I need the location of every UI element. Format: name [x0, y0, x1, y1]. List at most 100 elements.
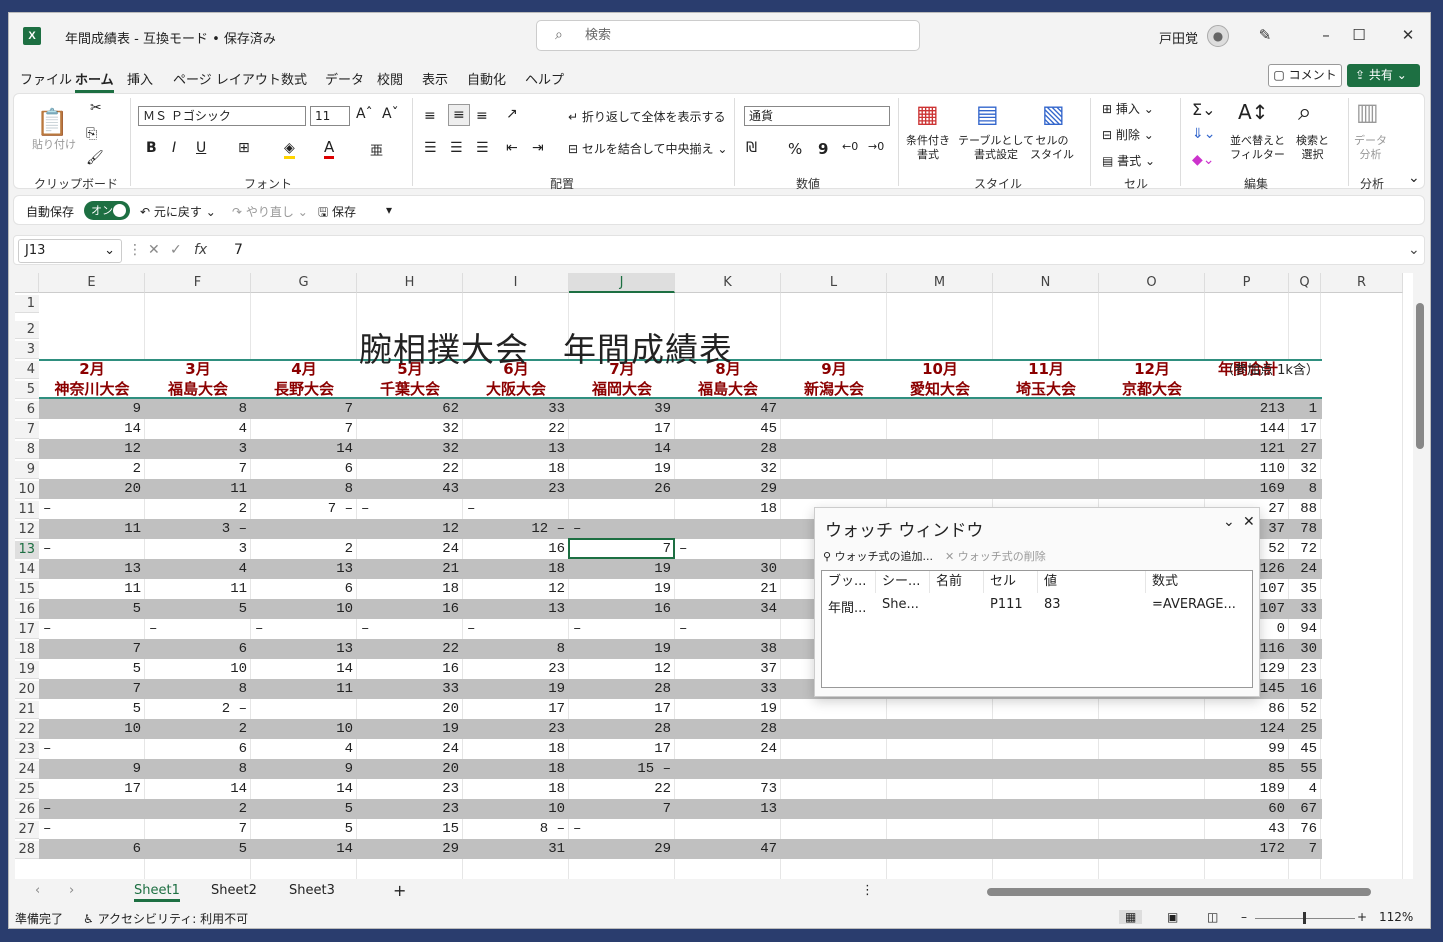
align-middle-icon[interactable]: ≡ — [448, 104, 470, 126]
watch-col-value[interactable]: 値 — [1038, 571, 1146, 593]
table-cell[interactable]: 26 — [569, 479, 675, 499]
table-cell[interactable]: 24 — [357, 739, 463, 759]
event-header[interactable]: 千葉大会 — [357, 380, 463, 398]
tab-sheet3[interactable]: Sheet3 — [289, 883, 335, 898]
table-cell[interactable]: 5 — [39, 659, 145, 679]
event-header[interactable]: 福岡大会 — [569, 380, 675, 398]
table-cell[interactable]: 86 — [1205, 699, 1289, 719]
table-cell[interactable]: – — [39, 619, 145, 639]
table-cell[interactable]: 7 – — [251, 499, 357, 519]
table-cell[interactable]: 28 — [569, 679, 675, 699]
column-header-R[interactable]: R — [1321, 273, 1403, 293]
table-cell[interactable]: 9 — [251, 759, 357, 779]
row-header-27[interactable]: 27 — [15, 821, 39, 839]
align-center-icon[interactable]: ☰ — [450, 140, 463, 156]
table-cell[interactable]: 78 — [1289, 519, 1321, 539]
column-header-I[interactable]: I — [463, 273, 569, 293]
table-cell[interactable]: 7 — [251, 399, 357, 419]
format-painter-icon[interactable]: 🖌 — [86, 150, 104, 166]
watch-cell-sheet[interactable]: She... — [876, 597, 919, 612]
table-cell[interactable]: 2 — [39, 459, 145, 479]
font-name-select[interactable]: ＭＳ Ｐゴシック — [138, 106, 306, 126]
table-cell[interactable]: 10 — [39, 719, 145, 739]
menu-formulas[interactable]: 数式 — [281, 69, 307, 88]
table-cell[interactable]: 17 — [1289, 419, 1321, 439]
month-header[interactable]: 9月 — [781, 360, 887, 378]
zoom-level[interactable]: 112% — [1379, 910, 1413, 924]
paste-icon[interactable]: 📋 — [36, 108, 68, 138]
table-cell[interactable]: – — [675, 619, 781, 639]
column-header-H[interactable]: H — [357, 273, 463, 293]
row-header-1[interactable]: 1 — [15, 295, 39, 313]
table-cell[interactable]: 19 — [675, 699, 781, 719]
column-header-K[interactable]: K — [675, 273, 781, 293]
page-break-view-icon[interactable]: ◫ — [1207, 910, 1218, 924]
table-cell[interactable]: 99 — [1205, 739, 1289, 759]
cancel-icon[interactable]: ✕ — [148, 242, 160, 258]
table-cell[interactable]: 33 — [357, 679, 463, 699]
pen-icon[interactable]: ✎ — [1253, 23, 1277, 47]
table-cell[interactable]: 11 — [145, 579, 251, 599]
table-cell[interactable]: 8 — [1289, 479, 1321, 499]
increase-indent-icon[interactable]: ⇥ — [532, 140, 544, 156]
row-header-5[interactable]: 5 — [15, 381, 39, 399]
more-icon[interactable]: ⋮ — [128, 242, 142, 258]
save-button[interactable]: 🖫 保存 — [318, 203, 356, 224]
table-cell[interactable]: 72 — [1289, 539, 1321, 559]
row-header-14[interactable]: 14 — [15, 561, 39, 579]
row-header-22[interactable]: 22 — [15, 721, 39, 739]
clear-icon[interactable]: ◆⌄ — [1192, 152, 1215, 168]
table-cell[interactable]: 8 – — [463, 819, 569, 839]
month-header[interactable]: 12月 — [1099, 360, 1205, 378]
table-cell[interactable]: 20 — [357, 759, 463, 779]
table-cell[interactable]: 13 — [675, 799, 781, 819]
table-cell[interactable]: 52 — [1289, 699, 1321, 719]
table-cell[interactable]: 20 — [39, 479, 145, 499]
table-cell[interactable]: 23 — [463, 719, 569, 739]
table-cell[interactable]: 10 — [251, 599, 357, 619]
table-cell[interactable]: 76 — [1289, 819, 1321, 839]
row-header-3[interactable]: 3 — [15, 341, 39, 359]
row-header-28[interactable]: 28 — [15, 841, 39, 859]
event-header[interactable]: 愛知大会 — [887, 380, 993, 398]
table-cell[interactable]: 21 — [675, 579, 781, 599]
user-name[interactable]: 戸田覚 — [1159, 28, 1198, 47]
delete-watch-button[interactable]: ✕ ウォッチ式の削除 — [945, 548, 1046, 564]
decrease-indent-icon[interactable]: ⇤ — [506, 140, 518, 156]
row-header-8[interactable]: 8 — [15, 441, 39, 459]
table-cell[interactable]: 19 — [569, 559, 675, 579]
table-cell[interactable]: 12 — [357, 519, 463, 539]
table-cell[interactable]: 17 — [569, 419, 675, 439]
column-header-J[interactable]: J — [569, 273, 675, 293]
table-cell[interactable]: 7 — [145, 819, 251, 839]
table-cell[interactable]: 29 — [357, 839, 463, 859]
table-cell[interactable]: 17 — [569, 739, 675, 759]
table-cell[interactable]: – — [39, 799, 145, 819]
name-box[interactable]: J13 ⌄ — [18, 239, 122, 263]
table-cell[interactable]: 31 — [463, 839, 569, 859]
ribbon-collapse-icon[interactable]: ⌄ — [1408, 170, 1420, 186]
table-cell[interactable]: – — [569, 519, 675, 539]
watch-cell-value[interactable]: 83 — [1038, 597, 1061, 612]
row-header-16[interactable]: 16 — [15, 601, 39, 619]
table-cell[interactable]: 13 — [463, 439, 569, 459]
add-watch-button[interactable]: ⚲ ウォッチ式の追加... — [823, 548, 933, 564]
table-cell[interactable]: 10 — [251, 719, 357, 739]
table-cell[interactable]: 6 — [251, 459, 357, 479]
sheet-title[interactable]: 腕相撲大会 年間成績表 — [359, 323, 733, 371]
expand-formula-icon[interactable]: ⌄ — [1408, 242, 1420, 258]
column-header-O[interactable]: O — [1099, 273, 1205, 293]
table-cell[interactable]: 10 — [145, 659, 251, 679]
format-as-table-button[interactable]: テーブルとして 書式設定 — [958, 134, 1034, 162]
table-cell[interactable]: 7 — [569, 799, 675, 819]
copy-icon[interactable]: ⎘ — [86, 126, 97, 142]
delete-cells-button[interactable]: ⊟ 削除 ⌄ — [1102, 126, 1154, 143]
table-cell[interactable]: 15 – — [569, 759, 675, 779]
column-header-G[interactable]: G — [251, 273, 357, 293]
table-cell[interactable]: 27 — [1289, 439, 1321, 459]
align-bottom-icon[interactable]: ≡ — [476, 108, 488, 124]
row-header-12[interactable]: 12 — [15, 521, 39, 539]
menu-automate[interactable]: 自動化 — [467, 69, 506, 88]
table-cell[interactable]: 6 — [39, 839, 145, 859]
zoom-out-icon[interactable]: – — [1241, 910, 1247, 924]
